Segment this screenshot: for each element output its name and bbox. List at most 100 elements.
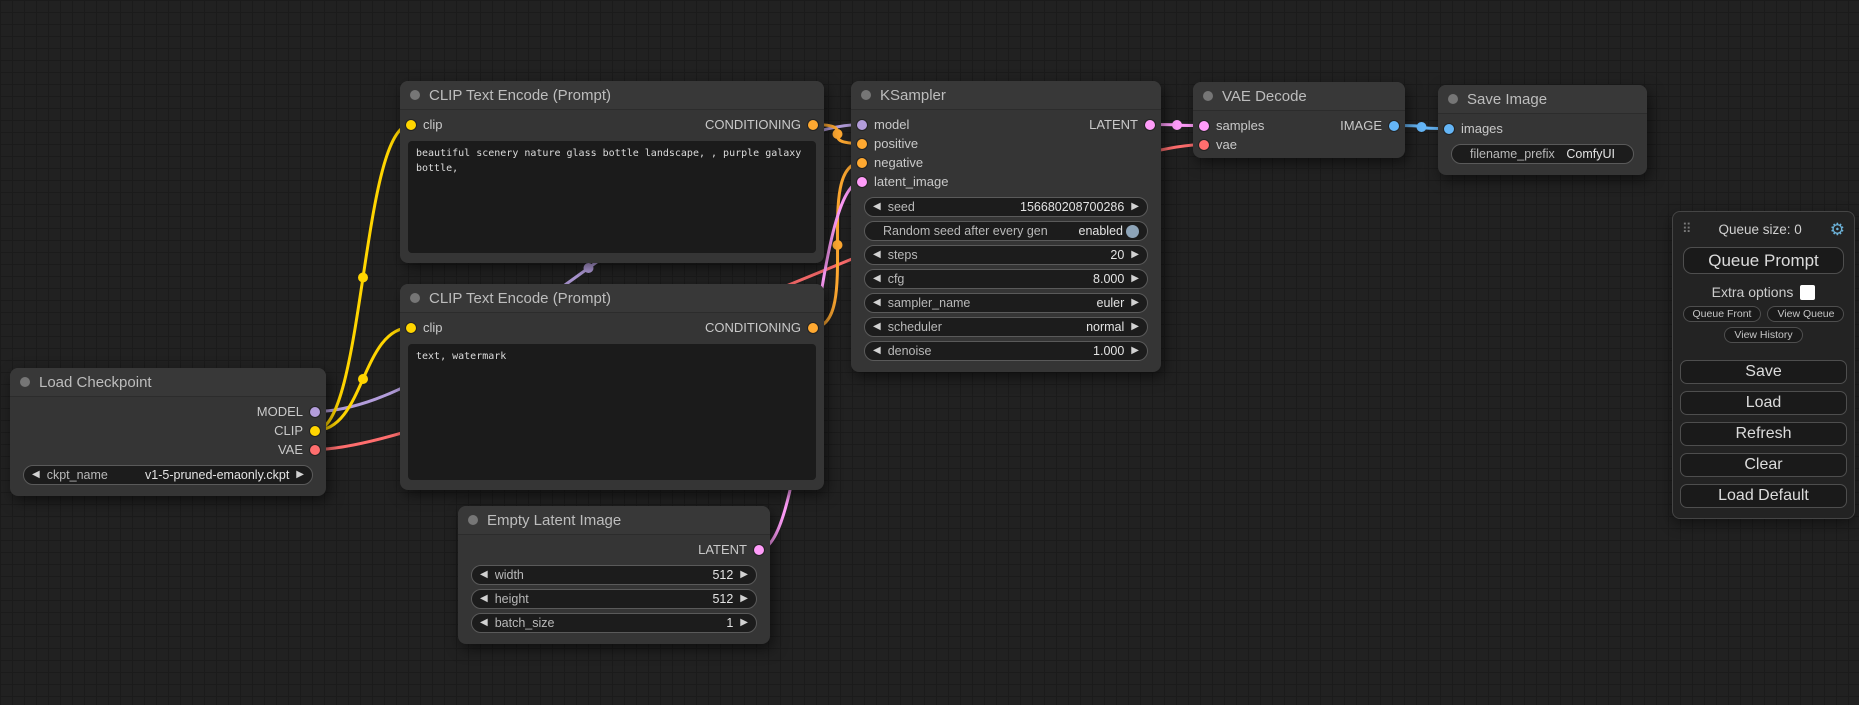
node-clip-text-encode-negative[interactable]: CLIP Text Encode (Prompt) clip CONDITION…	[400, 284, 824, 490]
clip-output-port[interactable]	[310, 426, 320, 436]
widget-value: 512	[712, 592, 733, 606]
port-label: latent_image	[874, 174, 948, 189]
port-label: VAE	[278, 442, 303, 457]
ckpt-name-widget[interactable]: ◀ ckpt_name v1-5-pruned-emaonly.ckpt ▶	[23, 465, 313, 485]
node-graph-canvas[interactable]: Load Checkpoint MODEL CLIP VAE ◀ ckpt_na…	[0, 0, 1859, 705]
decrement-arrow-icon[interactable]: ◀	[480, 594, 488, 604]
latent-output-port[interactable]	[1145, 120, 1155, 130]
node-ksampler[interactable]: KSampler model positive negative latent_…	[851, 81, 1161, 372]
node-empty-latent-image[interactable]: Empty Latent Image LATENT ◀ width 512 ▶ …	[458, 506, 770, 644]
queue-front-button[interactable]: Queue Front	[1683, 306, 1762, 322]
view-queue-button[interactable]: View Queue	[1767, 306, 1844, 322]
width-widget[interactable]: ◀ width 512 ▶	[471, 565, 757, 585]
filename-prefix-widget[interactable]: filename_prefix ComfyUI	[1451, 144, 1634, 164]
widget-label: batch_size	[495, 616, 555, 630]
node-title-bar[interactable]: Load Checkpoint	[10, 368, 326, 397]
image-output-port[interactable]	[1389, 121, 1399, 131]
node-title-bar[interactable]: Empty Latent Image	[458, 506, 770, 535]
decrement-arrow-icon[interactable]: ◀	[32, 470, 40, 480]
node-collapse-dot[interactable]	[410, 293, 420, 303]
refresh-button[interactable]: Refresh	[1680, 422, 1847, 446]
node-title-bar[interactable]: CLIP Text Encode (Prompt)	[400, 81, 824, 110]
positive-input-port[interactable]	[857, 139, 867, 149]
load-default-button[interactable]: Load Default	[1680, 484, 1847, 508]
height-widget[interactable]: ◀ height 512 ▶	[471, 589, 757, 609]
port-label: model	[874, 117, 909, 132]
clip-input-port[interactable]	[406, 323, 416, 333]
queue-prompt-button[interactable]: Queue Prompt	[1683, 247, 1844, 274]
drag-handle-icon[interactable]: ⠿	[1682, 221, 1691, 237]
node-title-bar[interactable]: VAE Decode	[1193, 82, 1405, 111]
node-collapse-dot[interactable]	[861, 90, 871, 100]
node-collapse-dot[interactable]	[410, 90, 420, 100]
conditioning-output-port[interactable]	[808, 323, 818, 333]
node-title: Empty Latent Image	[487, 512, 621, 529]
cfg-widget[interactable]: ◀ cfg 8.000 ▶	[864, 269, 1148, 289]
increment-arrow-icon[interactable]: ▶	[1131, 346, 1139, 356]
queue-size-label: Queue size: 0	[1691, 222, 1830, 237]
increment-arrow-icon[interactable]: ▶	[1131, 298, 1139, 308]
decrement-arrow-icon[interactable]: ◀	[873, 322, 881, 332]
decrement-arrow-icon[interactable]: ◀	[873, 274, 881, 284]
images-input-port[interactable]	[1444, 124, 1454, 134]
input-row-vae: vae	[1193, 135, 1405, 154]
node-vae-decode[interactable]: VAE Decode samples IMAGE vae	[1193, 82, 1405, 158]
increment-arrow-icon[interactable]: ▶	[1131, 202, 1139, 212]
vae-input-port[interactable]	[1199, 140, 1209, 150]
latent-image-input-port[interactable]	[857, 177, 867, 187]
node-title-bar[interactable]: CLIP Text Encode (Prompt)	[400, 284, 824, 313]
vae-output-port[interactable]	[310, 445, 320, 455]
increment-arrow-icon[interactable]: ▶	[740, 594, 748, 604]
save-button[interactable]: Save	[1680, 360, 1847, 384]
port-label: IMAGE	[1340, 118, 1382, 133]
samples-input-port[interactable]	[1199, 121, 1209, 131]
scheduler-widget[interactable]: ◀ scheduler normal ▶	[864, 317, 1148, 337]
prompt-text-widget[interactable]: beautiful scenery nature glass bottle la…	[408, 141, 816, 253]
settings-gear-icon[interactable]: ⚙	[1830, 221, 1845, 238]
input-row-latent-image: latent_image	[851, 172, 1161, 191]
increment-arrow-icon[interactable]: ▶	[296, 470, 304, 480]
increment-arrow-icon[interactable]: ▶	[1131, 250, 1139, 260]
decrement-arrow-icon[interactable]: ◀	[480, 570, 488, 580]
model-output-port[interactable]	[310, 407, 320, 417]
denoise-widget[interactable]: ◀ denoise 1.000 ▶	[864, 341, 1148, 361]
increment-arrow-icon[interactable]: ▶	[740, 618, 748, 628]
extra-options-checkbox[interactable]	[1800, 285, 1815, 300]
increment-arrow-icon[interactable]: ▶	[1131, 322, 1139, 332]
port-row: clip CONDITIONING	[400, 318, 824, 337]
node-title-bar[interactable]: KSampler	[851, 81, 1161, 110]
increment-arrow-icon[interactable]: ▶	[1131, 274, 1139, 284]
steps-widget[interactable]: ◀ steps 20 ▶	[864, 245, 1148, 265]
clip-input-port[interactable]	[406, 120, 416, 130]
view-history-button[interactable]: View History	[1724, 327, 1802, 343]
node-collapse-dot[interactable]	[468, 515, 478, 525]
toggle-indicator[interactable]	[1126, 225, 1139, 238]
negative-input-port[interactable]	[857, 158, 867, 168]
load-button[interactable]: Load	[1680, 391, 1847, 415]
seed-widget[interactable]: ◀ seed 156680208700286 ▶	[864, 197, 1148, 217]
decrement-arrow-icon[interactable]: ◀	[873, 250, 881, 260]
node-clip-text-encode-positive[interactable]: CLIP Text Encode (Prompt) clip CONDITION…	[400, 81, 824, 263]
decrement-arrow-icon[interactable]: ◀	[873, 298, 881, 308]
output-row-latent: LATENT	[1089, 115, 1155, 134]
conditioning-output-port[interactable]	[808, 120, 818, 130]
widget-label: filename_prefix	[1470, 147, 1555, 161]
decrement-arrow-icon[interactable]: ◀	[873, 202, 881, 212]
model-input-port[interactable]	[857, 120, 867, 130]
latent-output-port[interactable]	[754, 545, 764, 555]
node-title-bar[interactable]: Save Image	[1438, 85, 1647, 114]
clear-button[interactable]: Clear	[1680, 453, 1847, 477]
node-load-checkpoint[interactable]: Load Checkpoint MODEL CLIP VAE ◀ ckpt_na…	[10, 368, 326, 496]
sampler-name-widget[interactable]: ◀ sampler_name euler ▶	[864, 293, 1148, 313]
node-collapse-dot[interactable]	[1203, 91, 1213, 101]
batch-size-widget[interactable]: ◀ batch_size 1 ▶	[471, 613, 757, 633]
widget-label: sampler_name	[888, 296, 971, 310]
node-collapse-dot[interactable]	[1448, 94, 1458, 104]
node-collapse-dot[interactable]	[20, 377, 30, 387]
node-save-image[interactable]: Save Image images filename_prefix ComfyU…	[1438, 85, 1647, 175]
random-seed-toggle-widget[interactable]: Random seed after every gen enabled	[864, 221, 1148, 241]
decrement-arrow-icon[interactable]: ◀	[873, 346, 881, 356]
increment-arrow-icon[interactable]: ▶	[740, 570, 748, 580]
prompt-text-widget[interactable]: text, watermark	[408, 344, 816, 480]
decrement-arrow-icon[interactable]: ◀	[480, 618, 488, 628]
